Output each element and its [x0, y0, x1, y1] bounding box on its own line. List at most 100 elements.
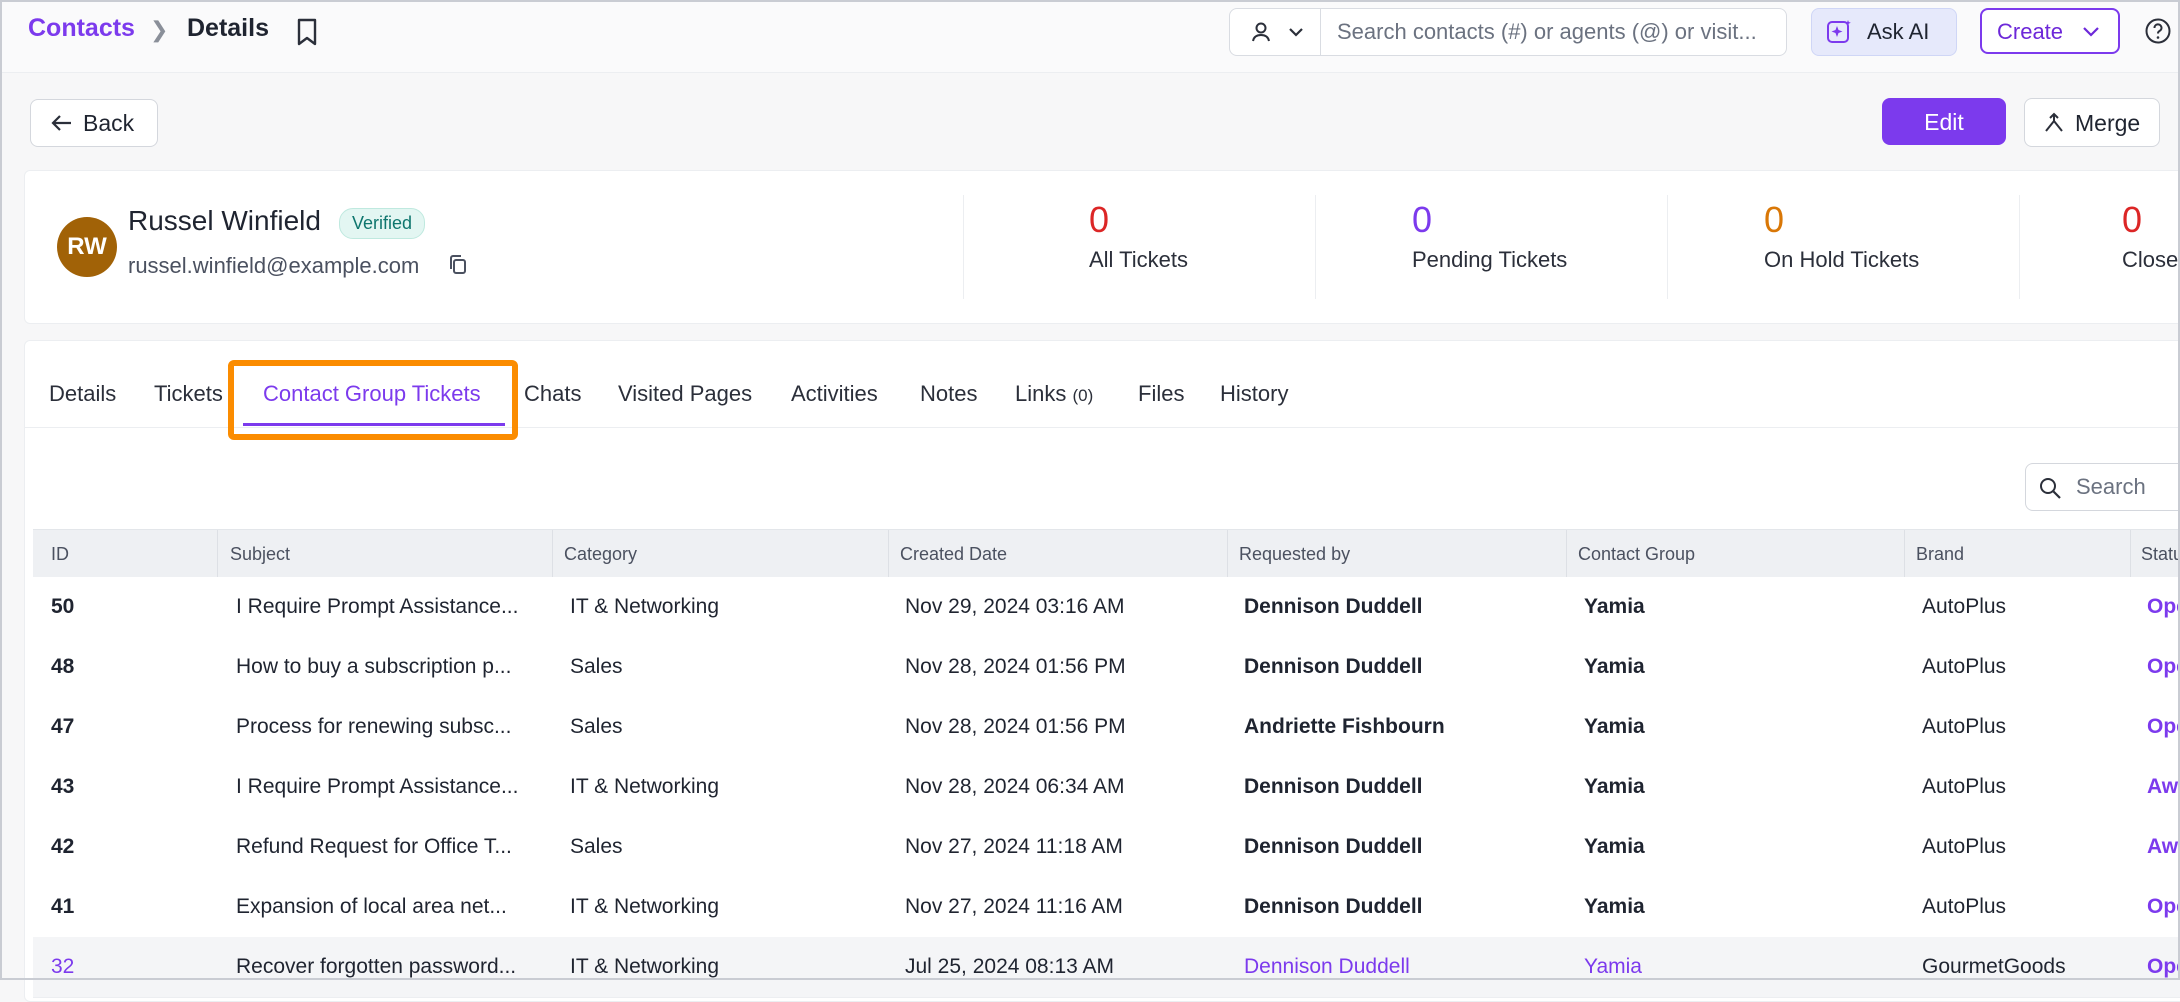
cell-subject[interactable]: Recover forgotten password...: [236, 955, 536, 979]
cell-subject[interactable]: I Require Prompt Assistance...: [236, 595, 536, 619]
arrow-left-icon: [51, 115, 71, 131]
tab-visited-pages[interactable]: Visited Pages: [618, 381, 752, 407]
cell-contact-group[interactable]: Yamia: [1584, 655, 1645, 679]
cell-status: Awaiting: [2147, 835, 2180, 858]
table-row[interactable]: 47 Process for renewing subsc... Sales N…: [33, 697, 2180, 758]
column-divider: [1904, 530, 1905, 578]
tab-tickets[interactable]: Tickets: [154, 381, 223, 407]
table-row[interactable]: 42 Refund Request for Office T... Sales …: [33, 817, 2180, 878]
table-row[interactable]: 32 Recover forgotten password... IT & Ne…: [33, 937, 2180, 998]
cell-created-date: Nov 27, 2024 11:18 AM: [905, 835, 1123, 858]
cell-contact-group[interactable]: Yamia: [1584, 955, 1642, 979]
cell-id[interactable]: 50: [51, 595, 74, 619]
stat-on-hold-tickets[interactable]: 0 On Hold Tickets: [1764, 199, 2114, 273]
tab-details[interactable]: Details: [49, 381, 116, 407]
divider: [963, 195, 964, 299]
cell-category: IT & Networking: [570, 595, 719, 618]
cell-contact-group[interactable]: Yamia: [1584, 775, 1645, 799]
cell-requested-by[interactable]: Dennison Duddell: [1244, 595, 1423, 619]
cell-contact-group[interactable]: Yamia: [1584, 595, 1645, 619]
cell-subject[interactable]: Process for renewing subsc...: [236, 715, 536, 739]
search-input[interactable]: Search contacts (#) or agents (@) or vis…: [1337, 19, 1757, 45]
table-row[interactable]: 41 Expansion of local area net... IT & N…: [33, 877, 2180, 938]
stat-label: All Tickets: [1089, 247, 1189, 272]
cell-created-date: Nov 28, 2024 01:56 PM: [905, 655, 1126, 678]
cell-requested-by[interactable]: Dennison Duddell: [1244, 835, 1423, 859]
cell-id[interactable]: 42: [51, 835, 74, 859]
chevron-down-icon: [2083, 27, 2099, 37]
cell-id[interactable]: 43: [51, 775, 74, 799]
column-header-requested-by[interactable]: Requested by: [1239, 544, 1350, 565]
bookmark-icon[interactable]: [296, 18, 318, 46]
column-header-created-date[interactable]: Created Date: [900, 544, 1007, 565]
cell-category: Sales: [570, 715, 623, 738]
cell-subject[interactable]: I Require Prompt Assistance...: [236, 775, 536, 799]
ask-ai-button[interactable]: Ask AI: [1811, 8, 1957, 56]
cell-requested-by[interactable]: Andriette Fishbourn: [1244, 715, 1445, 739]
cell-id[interactable]: 48: [51, 655, 74, 679]
cell-created-date: Jul 25, 2024 08:13 AM: [905, 955, 1114, 978]
cell-brand: AutoPlus: [1922, 655, 2007, 678]
cell-status: Open: [2147, 715, 2180, 738]
cell-contact-group[interactable]: Yamia: [1584, 895, 1645, 919]
tab-chats[interactable]: Chats: [524, 381, 581, 407]
copy-icon[interactable]: [448, 254, 468, 276]
cell-contact-group[interactable]: Yamia: [1584, 715, 1645, 739]
merge-button[interactable]: Merge: [2024, 98, 2160, 147]
avatar: RW: [57, 217, 117, 277]
cell-brand: AutoPlus: [1922, 835, 2007, 858]
cell-requested-by[interactable]: Dennison Duddell: [1244, 655, 1423, 679]
divider: [1315, 195, 1316, 299]
cell-id[interactable]: 32: [51, 955, 74, 979]
search-scope-selector[interactable]: [1230, 9, 1321, 55]
breadcrumb-contacts[interactable]: Contacts: [28, 14, 135, 43]
back-button[interactable]: Back: [30, 99, 158, 147]
cell-subject[interactable]: How to buy a subscription p...: [236, 655, 536, 679]
column-header-id[interactable]: ID: [51, 544, 69, 565]
cell-category: Sales: [570, 835, 623, 858]
create-label: Create: [1997, 19, 2064, 44]
cell-requested-by[interactable]: Dennison Duddell: [1244, 955, 1410, 979]
edit-button[interactable]: Edit: [1882, 98, 2006, 145]
column-header-status[interactable]: Status: [2141, 544, 2180, 565]
cell-requested-by[interactable]: Dennison Duddell: [1244, 775, 1423, 799]
cell-brand: GourmetGoods: [1922, 955, 2066, 978]
column-header-contact-group[interactable]: Contact Group: [1578, 544, 1695, 565]
tab-files[interactable]: Files: [1138, 381, 1184, 407]
tab-notes[interactable]: Notes: [920, 381, 977, 407]
cell-requested-by[interactable]: Dennison Duddell: [1244, 895, 1423, 919]
cell-subject[interactable]: Refund Request for Office T...: [236, 835, 536, 859]
merge-icon: [2045, 112, 2063, 132]
cell-subject[interactable]: Expansion of local area net...: [236, 895, 536, 919]
global-search[interactable]: Search contacts (#) or agents (@) or vis…: [1229, 8, 1787, 56]
table-search-input[interactable]: Search: [2025, 463, 2180, 511]
tab-history[interactable]: History: [1220, 381, 1288, 407]
column-divider: [888, 530, 889, 578]
cell-brand: AutoPlus: [1922, 895, 2007, 918]
tab-activities[interactable]: Activities: [791, 381, 878, 407]
cell-status: Open: [2147, 895, 2180, 918]
cell-created-date: Nov 29, 2024 03:16 AM: [905, 595, 1125, 618]
stat-value: 0: [2122, 199, 2143, 240]
cell-id[interactable]: 47: [51, 715, 74, 739]
column-header-category[interactable]: Category: [564, 544, 637, 565]
tab-links[interactable]: Links (0): [1015, 381, 1093, 407]
cell-contact-group[interactable]: Yamia: [1584, 835, 1645, 859]
ask-ai-label: Ask AI: [1867, 19, 1930, 44]
table-row[interactable]: 48 How to buy a subscription p... Sales …: [33, 637, 2180, 698]
table-header: ID Subject Category Created Date Request…: [33, 529, 2180, 579]
help-icon[interactable]: [2144, 17, 2172, 45]
table-row[interactable]: 43 I Require Prompt Assistance... IT & N…: [33, 757, 2180, 818]
contact-summary-card: RW Russel Winfield Verified russel.winfi…: [24, 170, 2180, 324]
cell-status: Open: [2147, 655, 2180, 678]
stat-closed-tickets[interactable]: 0 Closed Tickets: [2122, 199, 2180, 273]
column-header-brand[interactable]: Brand: [1916, 544, 1964, 565]
stat-all-tickets[interactable]: 0 All Tickets: [1089, 199, 1439, 273]
merge-label: Merge: [2075, 110, 2141, 136]
column-header-subject[interactable]: Subject: [230, 544, 290, 565]
create-button[interactable]: Create: [1980, 8, 2120, 54]
stat-pending-tickets[interactable]: 0 Pending Tickets: [1412, 199, 1762, 273]
cell-id[interactable]: 41: [51, 895, 74, 919]
table-row[interactable]: 50 I Require Prompt Assistance... IT & N…: [33, 577, 2180, 638]
column-divider: [217, 530, 218, 578]
